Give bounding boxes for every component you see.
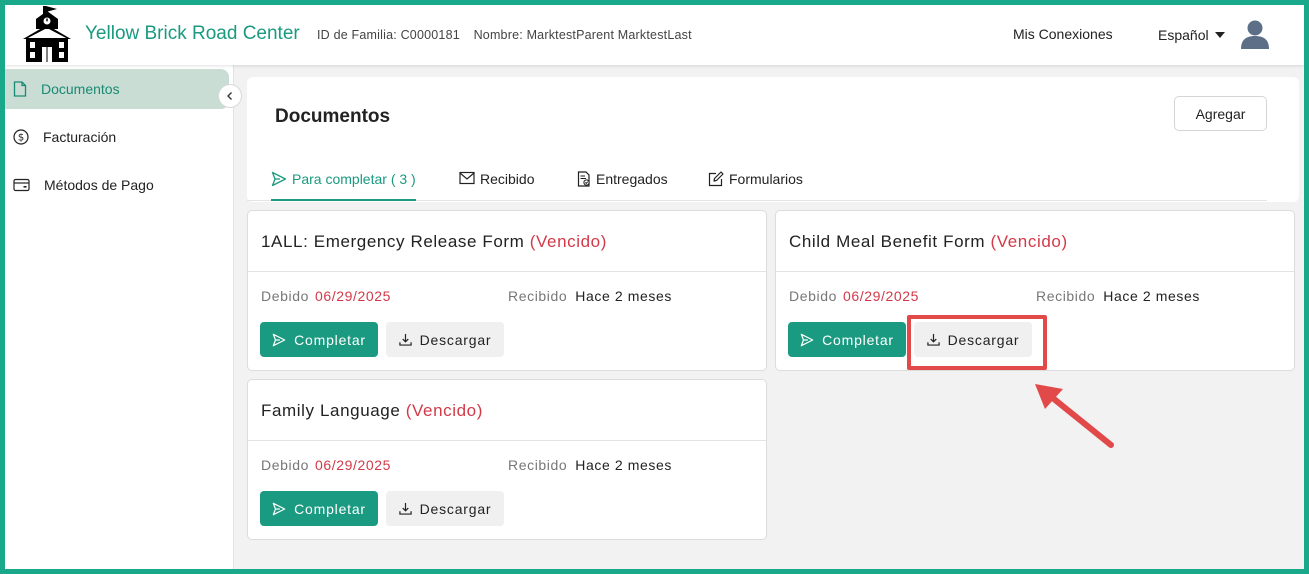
tab-label: Para completar ( 3 ) [292, 171, 416, 187]
due-label: Debido [789, 288, 837, 304]
my-connections-link[interactable]: Mis Conexiones [1013, 26, 1113, 42]
overdue-badge: (Vencido) [529, 232, 607, 251]
mail-icon [459, 171, 475, 185]
sidebar-item-label: Documentos [41, 81, 120, 97]
divider [248, 271, 766, 272]
tab-label: Entregados [596, 171, 668, 187]
due-date: 06/29/2025 [314, 288, 392, 304]
send-icon [800, 333, 814, 346]
caret-down-icon [1214, 32, 1225, 38]
card-title: Child Meal Benefit Form (Vencido) [789, 232, 1068, 252]
received-info: Recibido Hace 2 meses [508, 457, 672, 473]
overdue-badge: (Vencido) [990, 232, 1068, 251]
document-check-icon [577, 171, 590, 187]
received-value: Hace 2 meses [575, 288, 672, 304]
received-value: Hace 2 meses [575, 457, 672, 473]
document-card: 1ALL: Emergency Release Form (Vencido) D… [247, 210, 767, 371]
card-title-text: Family Language [261, 401, 401, 420]
due-info: Debido 06/29/2025 [261, 288, 391, 304]
complete-label: Completar [294, 331, 366, 348]
sidebar: Documentos $ Facturación Métodos de Pago [5, 65, 234, 569]
download-icon [398, 502, 412, 515]
card-title-text: 1ALL: Emergency Release Form [261, 232, 525, 251]
sidebar-item-label: Métodos de Pago [44, 177, 154, 193]
family-id: ID de Familia: C0000181 [317, 28, 460, 42]
top-header: Yellow Brick Road Center ID de Familia: … [5, 5, 1304, 65]
document-card: Child Meal Benefit Form (Vencido) Debido… [775, 210, 1295, 371]
documents-panel: Documentos Agregar Para completar ( 3 ) … [247, 77, 1299, 202]
card-title: Family Language (Vencido) [261, 401, 483, 421]
send-icon [272, 502, 286, 515]
card-title-text: Child Meal Benefit Form [789, 232, 986, 251]
download-icon [398, 333, 412, 346]
svg-text:$: $ [18, 133, 24, 144]
tab-received[interactable]: Recibido [459, 171, 534, 201]
complete-label: Completar [294, 500, 366, 517]
received-info: Recibido Hace 2 meses [1036, 288, 1200, 304]
download-icon [926, 333, 940, 346]
dollar-circle-icon: $ [13, 129, 29, 145]
download-button[interactable]: Descargar [914, 322, 1032, 357]
tab-delivered[interactable]: Entregados [577, 171, 668, 201]
complete-button[interactable]: Completar [788, 322, 906, 357]
annotation-arrow-icon [1035, 384, 1114, 448]
download-label: Descargar [947, 331, 1020, 348]
overdue-badge: (Vencido) [405, 401, 483, 420]
page-title: Documentos [275, 106, 391, 127]
due-date: 06/29/2025 [314, 457, 392, 473]
download-button[interactable]: Descargar [386, 322, 504, 357]
document-card: Family Language (Vencido) Debido 06/29/20… [247, 379, 767, 540]
due-info: Debido 06/29/2025 [789, 288, 919, 304]
received-label: Recibido [1036, 288, 1096, 304]
schoolhouse-logo-icon [23, 6, 71, 62]
document-icon [13, 81, 27, 97]
due-label: Debido [261, 457, 309, 473]
tab-forms[interactable]: Formularios [708, 171, 803, 201]
download-button[interactable]: Descargar [386, 491, 504, 526]
download-label: Descargar [419, 500, 492, 517]
wallet-icon [13, 178, 30, 192]
card-title: 1ALL: Emergency Release Form (Vencido) [261, 232, 607, 252]
divider [776, 271, 1294, 272]
edit-icon [708, 171, 724, 187]
due-info: Debido 06/29/2025 [261, 457, 391, 473]
language-label: Español [1158, 27, 1209, 43]
received-value: Hace 2 meses [1103, 288, 1200, 304]
app-window: Yellow Brick Road Center ID de Familia: … [5, 5, 1304, 569]
complete-button[interactable]: Completar [260, 491, 378, 526]
tab-label: Recibido [480, 171, 535, 187]
user-avatar-icon[interactable] [1239, 19, 1271, 49]
chevron-left-icon [227, 92, 232, 100]
received-info: Recibido Hace 2 meses [508, 288, 672, 304]
send-icon [271, 171, 287, 187]
add-button[interactable]: Agregar [1174, 96, 1267, 131]
app-title: Yellow Brick Road Center [85, 23, 300, 44]
language-selector[interactable]: Español [1158, 27, 1225, 43]
tab-to-complete[interactable]: Para completar ( 3 ) [271, 171, 416, 201]
download-label: Descargar [419, 331, 492, 348]
collapse-sidebar-button[interactable] [218, 84, 242, 108]
received-label: Recibido [508, 457, 568, 473]
sidebar-item-billing[interactable]: $ Facturación [5, 117, 229, 157]
document-tabs: Para completar ( 3 ) Recibido Entregados [247, 161, 1267, 201]
tab-label: Formularios [729, 171, 803, 187]
due-date: 06/29/2025 [842, 288, 920, 304]
family-info: ID de Familia: C0000181 Nombre: Marktest… [317, 28, 702, 42]
sidebar-item-documents[interactable]: Documentos [5, 69, 229, 109]
received-label: Recibido [508, 288, 568, 304]
sidebar-item-payment-methods[interactable]: Métodos de Pago [5, 165, 229, 205]
send-icon [272, 333, 286, 346]
divider [248, 440, 766, 441]
due-label: Debido [261, 288, 309, 304]
complete-button[interactable]: Completar [260, 322, 378, 357]
family-name: Nombre: MarktestParent MarktestLast [473, 28, 692, 42]
sidebar-item-label: Facturación [43, 129, 117, 145]
complete-label: Completar [822, 331, 894, 348]
